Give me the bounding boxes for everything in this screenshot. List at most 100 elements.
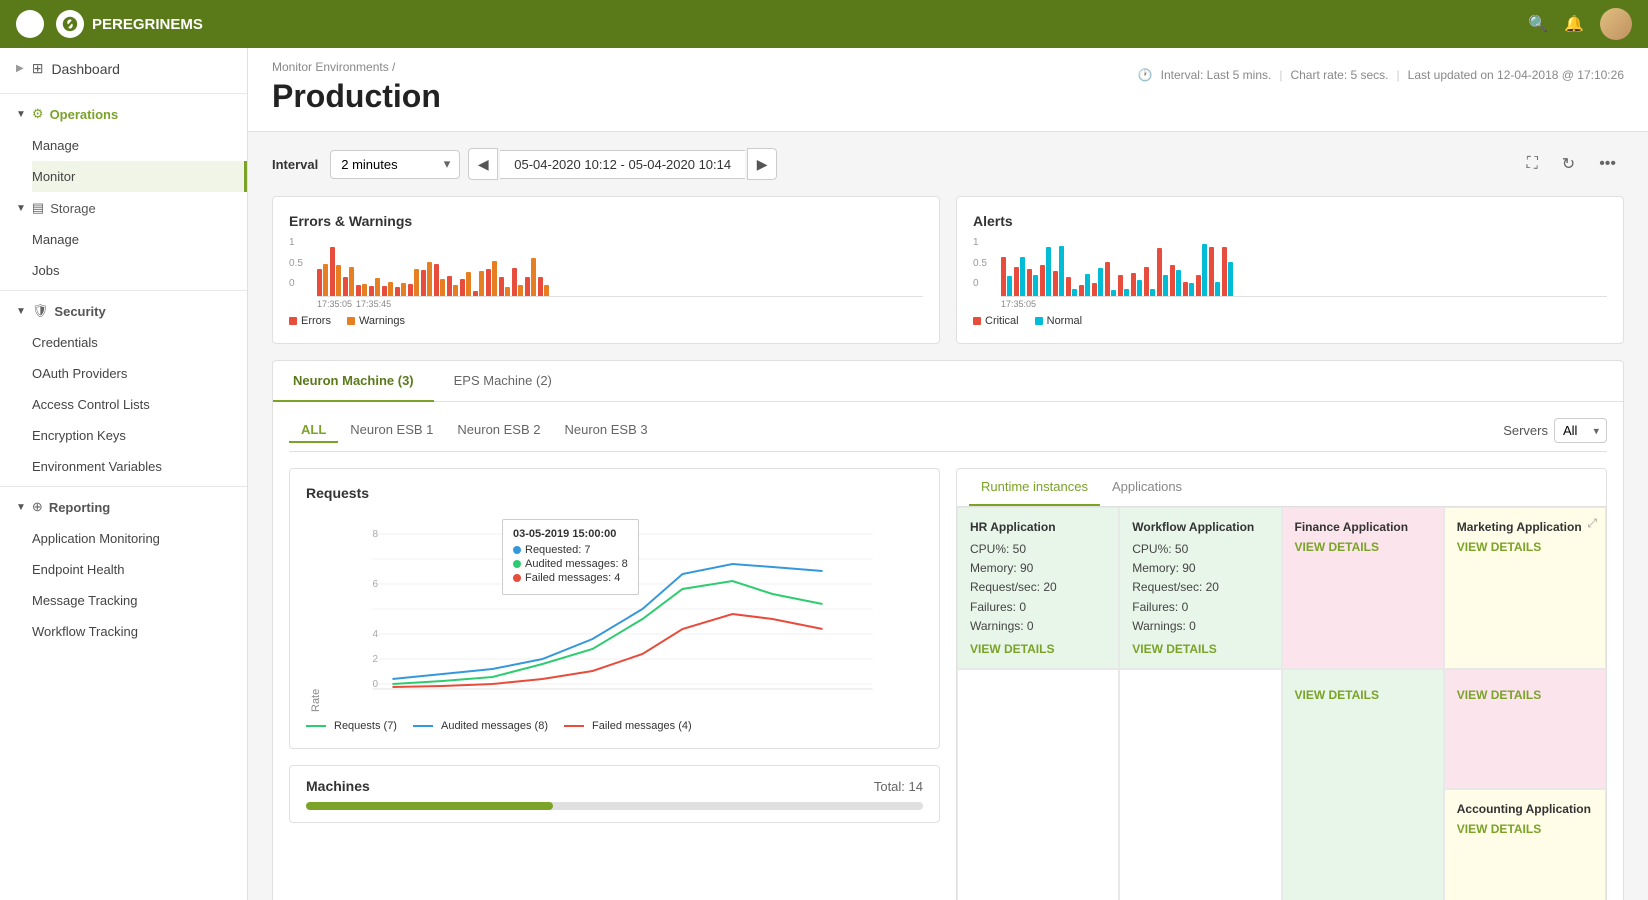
bar-0-17 xyxy=(538,277,543,296)
breadcrumb: Monitor Environments / xyxy=(272,60,441,74)
bell-icon[interactable]: 🔔 xyxy=(1564,14,1584,34)
jobs-label: Jobs xyxy=(32,263,59,278)
sidebar-item-storage[interactable]: ▼ ▤ Storage xyxy=(0,192,247,224)
bar-group-13 xyxy=(486,261,497,296)
tab-eps-machine[interactable]: EPS Machine (2) xyxy=(434,361,572,402)
requests-chart-inner: Rate 03-05-2019 15:00:00 Requested: 7 xyxy=(306,509,923,712)
sidebar-item-operations[interactable]: ▼ ⚙ Operations xyxy=(0,98,247,130)
sidebar: ▶ ⊞ Dashboard ▼ ⚙ Operations Manage Moni… xyxy=(0,48,248,900)
message-tracking-label: Message Tracking xyxy=(32,593,138,608)
expand-icon[interactable]: ⤢ xyxy=(1587,516,1597,531)
sidebar-item-security[interactable]: ▼ 🛡 Security xyxy=(0,295,247,327)
machine-tabs-header: Neuron Machine (3) EPS Machine (2) xyxy=(273,361,1623,402)
storage-label: Storage xyxy=(50,201,96,216)
bar-1-8 xyxy=(1111,290,1116,296)
bar-1-6 xyxy=(1085,274,1090,296)
sidebar-item-workflow-tracking[interactable]: Workflow Tracking xyxy=(32,616,247,647)
sidebar-item-manage[interactable]: Manage xyxy=(32,130,247,161)
tab-runtime-instances[interactable]: Runtime instances xyxy=(969,469,1100,506)
sidebar-item-jobs[interactable]: Jobs xyxy=(32,255,247,286)
errors-warnings-chart: Errors & Warnings 10.50 17:35:05 17:35:4… xyxy=(272,196,940,344)
marketing-app-title: Marketing Application xyxy=(1457,520,1593,534)
machine-tabs-section: Neuron Machine (3) EPS Machine (2) ALL N… xyxy=(272,360,1624,900)
bar-group-4 xyxy=(1053,246,1064,296)
sub-tab-esb2[interactable]: Neuron ESB 2 xyxy=(445,418,552,443)
tooltip-dot-failed xyxy=(513,574,521,582)
bar-group-7 xyxy=(408,269,419,296)
tab-neuron-machine[interactable]: Neuron Machine (3) xyxy=(273,361,434,402)
bar-group-7 xyxy=(1092,268,1103,296)
sidebar-item-storage-manage[interactable]: Manage xyxy=(32,224,247,255)
tab-applications[interactable]: Applications xyxy=(1100,469,1194,506)
marketing2-view-details[interactable]: VIEW DETAILS xyxy=(1457,688,1593,702)
app-grid: HR Application CPU%: 50Memory: 90Request… xyxy=(957,507,1606,900)
sub-tab-all[interactable]: ALL xyxy=(289,418,338,443)
legend-label-failed: Failed messages (4) xyxy=(592,720,692,732)
date-next-button[interactable]: ▶ xyxy=(747,148,777,180)
app-card-finance: Finance Application VIEW DETAILS xyxy=(1282,507,1444,669)
interval-meta: Interval: Last 5 mins. xyxy=(1161,68,1272,82)
fullscreen-button[interactable]: ⛶ xyxy=(1519,151,1546,177)
finance-view-details[interactable]: VIEW DETAILS xyxy=(1295,540,1431,554)
date-prev-button[interactable]: ◀ xyxy=(468,148,498,180)
sidebar-item-acl[interactable]: Access Control Lists xyxy=(32,389,247,420)
meta-sep-2: | xyxy=(1397,68,1400,82)
sidebar-item-app-monitoring[interactable]: Application Monitoring xyxy=(32,523,247,554)
servers-select[interactable]: All xyxy=(1554,418,1607,443)
bar-group-2 xyxy=(1027,269,1038,296)
marketing-view-details[interactable]: VIEW DETAILS xyxy=(1457,540,1593,554)
bar-1-8 xyxy=(427,262,432,296)
interval-select[interactable]: 2 minutes 5 minutes 10 minutes xyxy=(330,150,460,179)
logo-icon xyxy=(56,10,84,38)
bar-group-5 xyxy=(1066,277,1077,296)
alerts-chart-area: 10.50 17:35:05 xyxy=(973,237,1607,309)
more-options-button[interactable]: ••• xyxy=(1591,151,1624,177)
bar-1-0 xyxy=(323,264,328,296)
sidebar-item-dashboard[interactable]: ▶ ⊞ Dashboard xyxy=(0,48,247,89)
bar-group-6 xyxy=(395,283,406,296)
sub-tab-esb3[interactable]: Neuron ESB 3 xyxy=(553,418,660,443)
legend-line-requests xyxy=(306,725,326,727)
sidebar-item-reporting[interactable]: ▼ ⊕ Reporting xyxy=(0,491,247,523)
svg-text:0: 0 xyxy=(373,679,379,690)
search-icon[interactable]: 🔍 xyxy=(1528,14,1548,34)
bar-group-15 xyxy=(512,268,523,296)
bar-group-0 xyxy=(317,264,328,296)
warnings-dot xyxy=(347,317,355,325)
bar-1-11 xyxy=(1150,289,1155,296)
sidebar-item-endpoint-health[interactable]: Endpoint Health xyxy=(32,554,247,585)
bar-group-16 xyxy=(1209,247,1220,296)
machines-title: Machines xyxy=(306,778,370,794)
app-panel: Runtime instances Applications HR Applic… xyxy=(956,468,1607,900)
bar-1-3 xyxy=(362,284,367,296)
sidebar-item-oauth[interactable]: OAuth Providers xyxy=(32,358,247,389)
refresh-button[interactable]: ↻ xyxy=(1554,150,1583,178)
critical-label: Critical xyxy=(985,315,1019,327)
accounting-view-details[interactable]: VIEW DETAILS xyxy=(1457,822,1593,836)
sidebar-item-env-vars[interactable]: Environment Variables xyxy=(32,451,247,482)
bar-0-10 xyxy=(447,276,452,296)
legend-label-audited: Audited messages (8) xyxy=(441,720,548,732)
finance2-view-details[interactable]: VIEW DETAILS xyxy=(1295,688,1431,702)
sidebar-item-encryption[interactable]: Encryption Keys xyxy=(32,420,247,451)
bar-1-12 xyxy=(1163,275,1168,296)
sub-tab-esb1[interactable]: Neuron ESB 1 xyxy=(338,418,445,443)
machines-total: Total: 14 xyxy=(874,779,923,794)
sidebar-divider-2 xyxy=(0,290,247,291)
bar-group-12 xyxy=(473,271,484,296)
alerts-legend-normal: Normal xyxy=(1035,315,1082,327)
bar-0-16 xyxy=(1209,247,1214,296)
app-card-empty1 xyxy=(957,669,1119,900)
app-card-marketing2: VIEW DETAILS xyxy=(1444,669,1606,789)
user-avatar[interactable] xyxy=(1600,8,1632,40)
sidebar-item-message-tracking[interactable]: Message Tracking xyxy=(32,585,247,616)
workflow-view-details[interactable]: VIEW DETAILS xyxy=(1132,642,1268,656)
chart-rate-meta: Chart rate: 5 secs. xyxy=(1290,68,1388,82)
breadcrumb-link[interactable]: Monitor Environments / xyxy=(272,60,395,74)
sidebar-item-monitor[interactable]: Monitor xyxy=(32,161,247,192)
sidebar-item-credentials[interactable]: Credentials xyxy=(32,327,247,358)
svg-text:4: 4 xyxy=(373,629,379,640)
hr-view-details[interactable]: VIEW DETAILS xyxy=(970,642,1106,656)
hamburger-menu[interactable] xyxy=(16,10,44,38)
svg-text:8: 8 xyxy=(373,529,379,540)
